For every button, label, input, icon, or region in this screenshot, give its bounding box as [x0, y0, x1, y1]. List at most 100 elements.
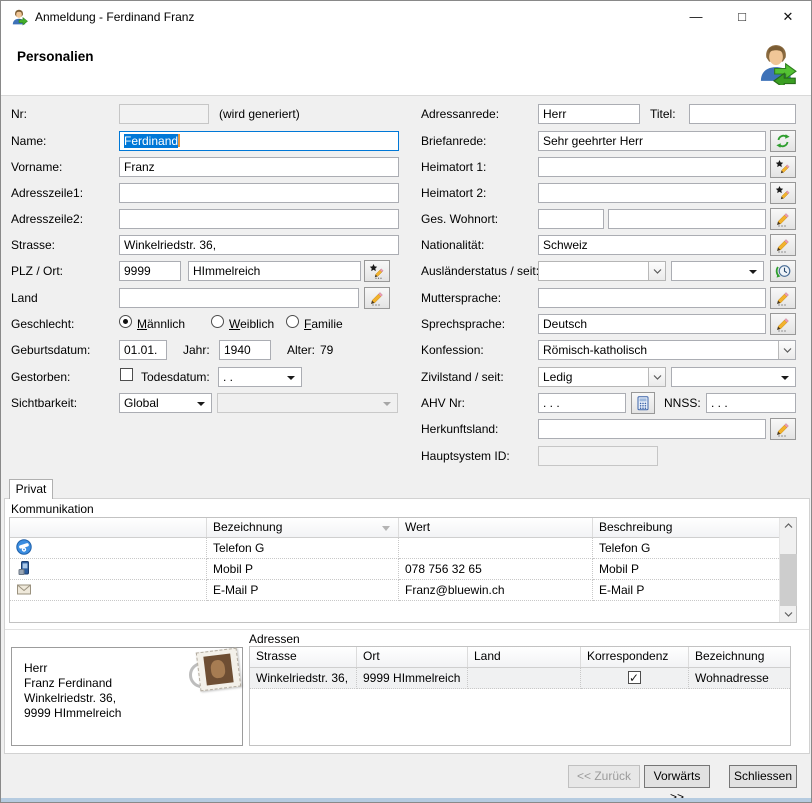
- sort-arrow-icon: [382, 526, 390, 531]
- geschlecht-radio-weiblich[interactable]: [211, 315, 224, 328]
- heimatort1-lookup-button[interactable]: [770, 156, 796, 178]
- ahv-label: AHV Nr:: [421, 396, 465, 410]
- herkunftsland-edit-button[interactable]: [770, 418, 796, 440]
- dropdown-arrow-icon: [383, 402, 391, 406]
- nationalitaet-edit-button[interactable]: [770, 234, 796, 256]
- geburtsdatum-input[interactable]: 01.01.: [119, 340, 167, 360]
- adressen-row-wohnadresse[interactable]: Winkelriedstr. 36, 9999 HImmelreich Wohn…: [250, 668, 790, 689]
- adresszeile1-input[interactable]: [119, 183, 399, 203]
- ahv-calculator-button[interactable]: [631, 392, 655, 414]
- zivilstand-label: Zivilstand / seit:: [421, 370, 504, 384]
- konfession-combo[interactable]: Römisch-katholisch: [538, 340, 796, 360]
- plz-input[interactable]: 9999: [119, 261, 181, 281]
- scroll-down-icon[interactable]: [780, 607, 797, 622]
- sprechsprache-input[interactable]: Deutsch: [538, 314, 766, 334]
- ort-lookup-button[interactable]: [364, 260, 390, 282]
- zivilstand-combo[interactable]: Ledig: [538, 367, 666, 387]
- app-person-icon: [10, 8, 28, 26]
- maximize-icon[interactable]: □: [719, 1, 765, 32]
- vorname-input[interactable]: Franz: [119, 157, 399, 177]
- pencil-icon: [775, 237, 791, 253]
- pencil-icon: [775, 316, 791, 332]
- column-header-land[interactable]: Land: [468, 647, 581, 667]
- land-edit-button[interactable]: [364, 287, 390, 309]
- sprechsprache-edit-button[interactable]: [770, 313, 796, 335]
- sichtbarkeit-label: Sichtbarkeit:: [11, 396, 77, 410]
- auslaenderstatus-combo[interactable]: [538, 261, 666, 281]
- korrespondenz-checkbox[interactable]: [628, 671, 641, 684]
- briefanrede-refresh-button[interactable]: [770, 130, 796, 152]
- person-sync-icon: [754, 41, 798, 85]
- adressen-table: Strasse Ort Land Korrespondenz Bezeichnu…: [249, 646, 791, 746]
- geschlecht-radio-maennlich[interactable]: [119, 315, 132, 328]
- column-header-wert[interactable]: Wert: [399, 518, 593, 537]
- name-input[interactable]: Ferdinand: [119, 131, 399, 151]
- auslaenderstatus-seit-combo[interactable]: [671, 261, 764, 281]
- tab-privat[interactable]: Privat: [9, 479, 53, 499]
- geschlecht-option-familie-label: Familie: [304, 317, 343, 331]
- briefanrede-input[interactable]: Sehr geehrter Herr: [538, 131, 766, 151]
- adressanrede-input[interactable]: Herr: [538, 104, 640, 124]
- vorwaerts-button[interactable]: Vorwärts >>: [644, 765, 710, 788]
- name-selected-text: Ferdinand: [124, 134, 178, 148]
- hauptsystem-id-label: Hauptsystem ID:: [421, 449, 510, 463]
- jahr-label: Jahr:: [183, 343, 210, 357]
- kommunikation-title: Kommunikation: [11, 502, 94, 516]
- kommunikation-scrollbar[interactable]: [779, 518, 796, 622]
- titlebar[interactable]: Anmeldung - Ferdinand Franz — □ ✕: [1, 1, 811, 32]
- heimatort1-label: Heimatort 1:: [421, 160, 486, 174]
- chevron-down-icon: [778, 341, 795, 359]
- heimatort2-lookup-button[interactable]: [770, 182, 796, 204]
- todesdatum-combo[interactable]: . .: [218, 367, 302, 387]
- column-header-icon[interactable]: [10, 518, 207, 537]
- column-header-strasse[interactable]: Strasse: [250, 647, 357, 667]
- ges-wohnort-edit-button[interactable]: [770, 208, 796, 230]
- land-input[interactable]: [119, 288, 359, 308]
- star-pencil-icon: [775, 159, 791, 175]
- ges-wohnort-plz-input[interactable]: [538, 209, 604, 229]
- window-controls: — □ ✕: [673, 1, 811, 32]
- ges-wohnort-ort-input[interactable]: [608, 209, 766, 229]
- auslaenderstatus-history-button[interactable]: [770, 260, 796, 282]
- column-header-beschreibung[interactable]: Beschreibung: [593, 518, 779, 537]
- strasse-label: Strasse:: [11, 238, 55, 252]
- dropdown-arrow-icon: [781, 376, 789, 380]
- zivilstand-seit-combo[interactable]: [671, 367, 796, 387]
- kommunikation-row-mobil[interactable]: Mobil P 078 756 32 65 Mobil P: [10, 559, 796, 580]
- pencil-icon: [775, 290, 791, 306]
- kommunikation-row-telefon[interactable]: Telefon G Telefon G: [10, 538, 796, 559]
- sichtbarkeit-combo[interactable]: Global: [119, 393, 212, 413]
- ort-input[interactable]: HImmelreich: [188, 261, 361, 281]
- minimize-icon[interactable]: —: [673, 1, 719, 32]
- geschlecht-radio-familie[interactable]: [286, 315, 299, 328]
- kommunikation-header-row: Bezeichnung Wert Beschreibung: [10, 518, 796, 538]
- scroll-up-icon[interactable]: [780, 518, 797, 533]
- gestorben-label: Gestorben:: [11, 370, 70, 384]
- muttersprache-input[interactable]: [538, 288, 766, 308]
- titel-input[interactable]: [689, 104, 796, 124]
- close-icon[interactable]: ✕: [765, 1, 811, 32]
- geschlecht-option-maennlich-label: Männlich: [137, 317, 185, 331]
- nationalitaet-input[interactable]: Schweiz: [538, 235, 766, 255]
- column-header-bezeichnung[interactable]: Bezeichnung: [207, 518, 399, 537]
- scroll-thumb[interactable]: [780, 554, 797, 606]
- gestorben-checkbox[interactable]: [120, 368, 133, 381]
- muttersprache-edit-button[interactable]: [770, 287, 796, 309]
- herkunftsland-input[interactable]: [538, 419, 766, 439]
- column-header-bezeichnung[interactable]: Bezeichnung: [689, 647, 790, 667]
- jahr-input[interactable]: 1940: [219, 340, 271, 360]
- column-header-ort[interactable]: Ort: [357, 647, 468, 667]
- kommunikation-row-email[interactable]: E-Mail P Franz@bluewin.ch E-Mail P: [10, 580, 796, 601]
- mobile-phone-icon: [16, 560, 32, 576]
- schliessen-button[interactable]: Schliessen: [729, 765, 797, 788]
- ahv-input[interactable]: . . .: [538, 393, 626, 413]
- nnss-input[interactable]: . . .: [706, 393, 796, 413]
- alter-label: Alter:: [287, 343, 315, 357]
- heimatort2-label: Heimatort 2:: [421, 186, 486, 200]
- strasse-input[interactable]: Winkelriedstr. 36,: [119, 235, 399, 255]
- heimatort1-input[interactable]: [538, 157, 766, 177]
- adresszeile2-input[interactable]: [119, 209, 399, 229]
- text-caret: [178, 134, 180, 147]
- heimatort2-input[interactable]: [538, 183, 766, 203]
- column-header-korrespondenz[interactable]: Korrespondenz: [581, 647, 689, 667]
